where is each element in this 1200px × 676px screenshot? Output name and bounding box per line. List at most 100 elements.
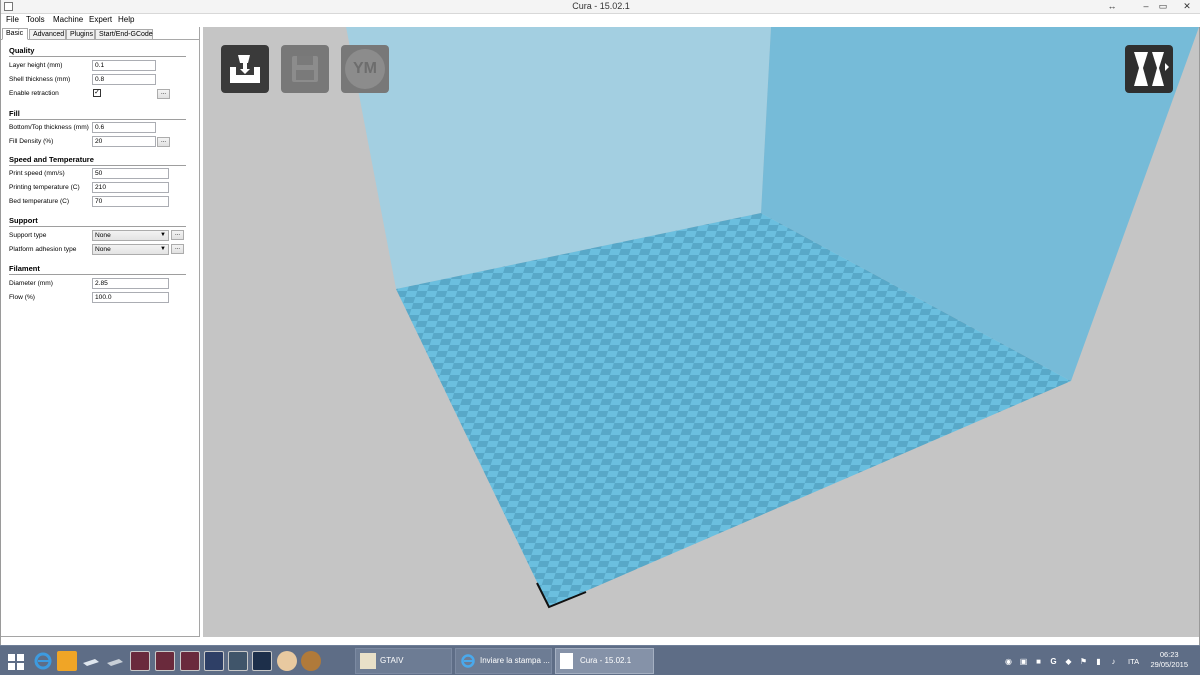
window-title: Cura - 15.02.1 [572,1,630,11]
flow-field[interactable]: 100.0 [92,292,169,303]
bed-temperature-field[interactable]: 70 [92,196,169,207]
save-disk-icon [292,56,318,82]
printing-temperature-label: Printing temperature (C) [9,184,80,191]
task-cura[interactable]: Cura - 15.02.1 [555,648,654,674]
windows-start-icon[interactable] [8,654,24,675]
app-icon-1[interactable] [130,651,150,671]
3d-viewport[interactable]: YM [203,27,1199,637]
maximize-button[interactable]: ▭ [1155,0,1171,13]
shell-thickness-label: Shell thickness (mm) [9,76,71,83]
separator [9,56,186,57]
character-icon[interactable] [277,651,297,671]
bottom-top-thickness-label: Bottom/Top thickness (mm) [9,124,89,131]
app-icon-5[interactable] [228,651,248,671]
clock-time: 06:23 [1159,650,1179,659]
task-gtaiv-label: GTAIV [380,656,404,665]
platform-adhesion-value: None [95,246,111,253]
save-gcode-button[interactable] [281,45,329,93]
section-filament-title: Filament [9,264,40,273]
separator [9,226,186,227]
support-settings-button[interactable]: ... [171,230,184,240]
drive2-icon[interactable] [105,651,125,671]
menu-bar: File Tools Machine Expert Help [1,14,1200,27]
youmagine-label: YM [353,60,377,77]
platform-adhesion-label: Platform adhesion type [9,246,77,253]
taskbar: GTAIV Inviare la stampa ... Cura - 15.02… [0,645,1200,675]
cura-window: Cura - 15.02.1 ↔ – ▭ ✕ File Tools Machin… [0,0,1200,645]
tv-icon[interactable] [252,651,272,671]
printing-temperature-field[interactable]: 210 [92,182,169,193]
support-type-select[interactable]: None ▼ [92,230,169,241]
ie-icon [460,653,476,669]
section-fill-title: Fill [9,109,20,118]
separator [9,165,186,166]
diameter-label: Diameter (mm) [9,280,53,287]
fill-settings-button[interactable]: ... [157,137,170,147]
view-mode-button[interactable] [1125,45,1173,93]
task-cura-label: Cura - 15.02.1 [580,656,632,665]
menu-tools[interactable]: Tools [26,15,45,24]
clock[interactable]: 06:23 29/05/2015 [1150,650,1188,670]
app-icon-4[interactable] [204,651,224,671]
separator [9,119,186,120]
tab-advanced[interactable]: Advanced [29,29,66,40]
resize-icon[interactable]: ↔ [1104,0,1120,13]
bottom-top-thickness-field[interactable]: 0.6 [92,122,156,133]
menu-file[interactable]: File [6,15,19,24]
retraction-settings-button[interactable]: ... [157,89,170,99]
title-bar: Cura - 15.02.1 ↔ – ▭ ✕ [1,0,1200,14]
shield-icon[interactable]: ◆ [1064,657,1073,666]
language-indicator[interactable]: ITA [1128,657,1139,666]
gtaiv-icon [360,653,376,669]
enable-retraction-checkbox[interactable]: ✓ [93,89,101,97]
section-quality-title: Quality [9,46,35,55]
build-volume [203,27,1199,609]
clock-date: 29/05/2015 [1150,660,1188,669]
task-gtaiv[interactable]: GTAIV [355,648,452,674]
tab-start-end-gcode[interactable]: Start/End-GCode [95,29,153,40]
internet-explorer-icon[interactable] [33,651,53,671]
app-icon-2[interactable] [155,651,175,671]
fill-density-label: Fill Density (%) [9,138,54,145]
view-mode-icon [1134,52,1169,86]
volume-icon[interactable]: ♪ [1109,657,1118,666]
shell-thickness-field[interactable]: 0.8 [92,74,156,85]
task-inviare[interactable]: Inviare la stampa ... [455,648,552,674]
diameter-field[interactable]: 2.85 [92,278,169,289]
skype-icon[interactable]: ◉ [1004,657,1013,666]
tray-app-icon[interactable]: ■ [1034,657,1043,666]
monitor-icon[interactable]: ▣ [1019,657,1028,666]
platform-adhesion-select[interactable]: None ▼ [92,244,169,255]
document-icon [560,653,573,669]
google-icon[interactable]: G [1049,657,1058,666]
layer-height-label: Layer height (mm) [9,62,63,69]
menu-machine[interactable]: Machine [53,15,83,24]
bed-temperature-label: Bed temperature (C) [9,198,70,205]
minimize-button[interactable]: – [1138,0,1154,13]
task-inviare-label: Inviare la stampa ... [480,656,550,665]
settings-panel: Basic Advanced Plugins Start/End-GCode Q… [1,27,200,637]
youmagine-button[interactable]: YM [341,45,389,93]
network-icon[interactable]: ▮ [1094,657,1103,666]
load-model-button[interactable] [221,45,269,93]
bear-icon[interactable] [301,651,321,671]
print-speed-field[interactable]: 50 [92,168,169,179]
tab-basic[interactable]: Basic [2,28,28,40]
adhesion-settings-button[interactable]: ... [171,244,184,254]
chevron-down-icon: ▼ [160,246,166,252]
enable-retraction-label: Enable retraction [9,90,59,97]
section-support-title: Support [9,216,38,225]
menu-help[interactable]: Help [118,15,134,24]
menu-expert[interactable]: Expert [89,15,112,24]
fill-density-field[interactable]: 20 [92,136,156,147]
flag-icon[interactable]: ⚑ [1079,657,1088,666]
load-model-icon [230,55,260,83]
print-speed-label: Print speed (mm/s) [9,170,65,177]
drive-icon[interactable] [81,651,101,671]
separator [9,274,186,275]
app-icon-3[interactable] [180,651,200,671]
tab-plugins[interactable]: Plugins [66,29,95,40]
close-button[interactable]: ✕ [1179,0,1195,13]
layer-height-field[interactable]: 0.1 [92,60,156,71]
file-explorer-icon[interactable] [57,651,77,671]
